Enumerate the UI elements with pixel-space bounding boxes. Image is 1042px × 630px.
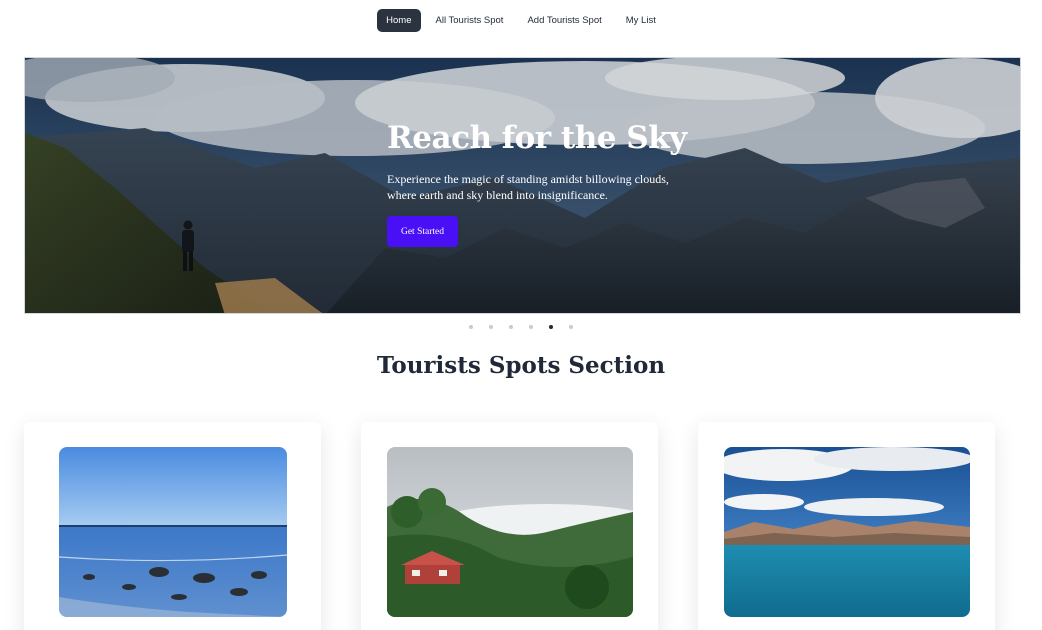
hero-title: Reach for the Sky <box>387 120 687 156</box>
slider-dot-6[interactable] <box>569 325 573 329</box>
hero-slider: Reach for the Sky Experience the magic o… <box>24 57 1021 314</box>
nav-add-tourists-spot-link[interactable]: Add Tourists Spot <box>518 9 610 32</box>
slider-pagination <box>0 325 1042 329</box>
nav-all-tourists-spot-link[interactable]: All Tourists Spot <box>427 9 513 32</box>
slider-dot-5[interactable] <box>549 325 553 329</box>
tourist-spot-card[interactable] <box>698 422 995 630</box>
main-nav: Home All Tourists Spot Add Tourists Spot… <box>0 9 1042 32</box>
slider-dot-2[interactable] <box>489 325 493 329</box>
tourist-spot-card[interactable] <box>361 422 658 630</box>
slider-dot-1[interactable] <box>469 325 473 329</box>
beach-image <box>59 447 287 617</box>
lake-mountains-image <box>724 447 970 617</box>
forest-village-image <box>387 447 633 617</box>
card-image[interactable] <box>387 447 633 617</box>
slider-dot-4[interactable] <box>529 325 533 329</box>
card-image[interactable] <box>59 447 287 617</box>
tourist-spot-card[interactable] <box>24 422 321 630</box>
card-image[interactable] <box>724 447 970 617</box>
nav-home-link[interactable]: Home <box>377 9 421 32</box>
get-started-button[interactable]: Get Started <box>387 216 458 247</box>
nav-my-list-link[interactable]: My List <box>617 9 665 32</box>
section-title: Tourists Spots Section <box>376 352 666 379</box>
hero-subtitle: Experience the magic of standing amidst … <box>387 172 669 202</box>
slider-dot-3[interactable] <box>509 325 513 329</box>
